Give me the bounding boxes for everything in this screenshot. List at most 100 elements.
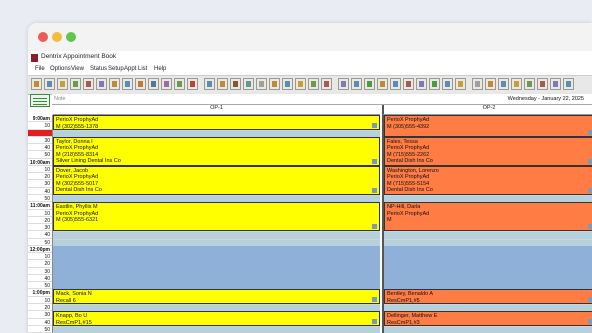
- toolbar-button-icon[interactable]: [44, 78, 55, 90]
- toolbar-button-icon[interactable]: [269, 78, 280, 90]
- dentrix-logo-icon: [31, 54, 38, 62]
- toolbar-button-icon[interactable]: [498, 78, 509, 90]
- toolbar-button-icon[interactable]: [550, 78, 561, 90]
- toolbar-button-icon[interactable]: [122, 78, 133, 90]
- toolbar-button-icon[interactable]: [511, 78, 522, 90]
- resize-handle-icon[interactable]: [372, 187, 377, 193]
- resize-handle-icon[interactable]: [372, 158, 377, 164]
- slot-divider: [53, 325, 380, 327]
- toolbar-button-icon[interactable]: [243, 78, 254, 90]
- toolbar-button-icon[interactable]: [70, 78, 81, 90]
- toolbar-button-icon[interactable]: [416, 78, 427, 90]
- operatory-header-op1: OP-1: [53, 105, 380, 115]
- slot-divider: [384, 231, 592, 233]
- toolbar-button-icon[interactable]: [403, 78, 414, 90]
- toolbar-button-icon[interactable]: [83, 78, 94, 90]
- close-window-button[interactable]: [38, 32, 48, 42]
- appointment-block[interactable]: PerioX ProphyAdM (302)555-1378Bison Dent…: [53, 115, 380, 130]
- toolbar-button-icon[interactable]: [187, 78, 198, 90]
- toolbar-button-icon[interactable]: [563, 78, 574, 90]
- toolbar-button-icon[interactable]: [472, 78, 483, 90]
- toolbar-button-icon[interactable]: [442, 78, 453, 90]
- appointment-block[interactable]: Bentley, Benaldo A ResCmP1,#5: [384, 289, 592, 304]
- toolbar-button-icon[interactable]: [364, 78, 375, 90]
- appointment-block[interactable]: Mack, Sonia N Recall 6: [53, 289, 380, 304]
- toolbar-button-icon[interactable]: [256, 78, 267, 90]
- time-slot-label: 10:00am: [28, 159, 52, 166]
- lunch-block: [384, 245, 592, 290]
- time-slot-label: 30: [28, 180, 52, 188]
- toolbar-button-icon[interactable]: [282, 78, 293, 90]
- resize-handle-icon[interactable]: [588, 318, 592, 324]
- time-slot-label: 10: [28, 166, 52, 174]
- appointment-block[interactable]: Knapp, Bo U ResCmP1,#15: [53, 311, 380, 326]
- menu-file[interactable]: File: [35, 66, 45, 72]
- resize-handle-icon[interactable]: [588, 158, 592, 164]
- op1-column[interactable]: PerioX ProphyAdM (302)555-1378Bison Dent…: [53, 115, 380, 333]
- note-field[interactable]: Note: [54, 96, 66, 102]
- resize-handle-icon[interactable]: [372, 318, 377, 324]
- appointment-line: ResCmP1,#5: [387, 297, 420, 304]
- time-slot-label: 20: [28, 173, 52, 181]
- minimize-window-button[interactable]: [52, 32, 62, 42]
- appointment-block[interactable]: Taylor, Donna I PerioX ProphyAd M (218)555…: [53, 136, 380, 166]
- toolbar-button-icon[interactable]: [390, 78, 401, 90]
- time-slot-label: 30: [28, 311, 52, 319]
- resize-handle-icon[interactable]: [588, 297, 592, 302]
- view-grid-icon[interactable]: [30, 94, 50, 107]
- menu-setup[interactable]: Setup: [108, 66, 124, 72]
- toolbar-button-icon[interactable]: [308, 78, 319, 90]
- appointment-line: Recall 6: [56, 297, 76, 304]
- resize-handle-icon[interactable]: [372, 122, 377, 128]
- appointment-block[interactable]: PerioX ProphyAd M (305)555-4392: [384, 115, 592, 137]
- toolbar-button-icon[interactable]: [135, 78, 146, 90]
- toolbar-button-icon[interactable]: [109, 78, 120, 90]
- appointment-line: M (305)555-6321: [56, 217, 99, 224]
- toolbar-button-icon[interactable]: [485, 78, 496, 90]
- menu-view[interactable]: View: [71, 66, 84, 72]
- toolbar-button-icon[interactable]: [96, 78, 107, 90]
- time-slot-label: 20: [28, 260, 52, 268]
- toolbar-button-icon[interactable]: [295, 78, 306, 90]
- resize-handle-icon[interactable]: [372, 224, 377, 230]
- menu-appt-list[interactable]: Appt List: [124, 66, 147, 72]
- resize-handle-icon[interactable]: [372, 297, 377, 302]
- slot-divider: [384, 238, 592, 240]
- appointment-block[interactable]: Dover, Jacob PerioX ProphyAd M (302)555-50…: [53, 165, 380, 195]
- toolbar-button-icon[interactable]: [321, 78, 332, 90]
- toolbar-button-icon[interactable]: [377, 78, 388, 90]
- toolbar-button-icon[interactable]: [338, 78, 349, 90]
- slot-divider: [53, 238, 380, 240]
- menu-status[interactable]: Status: [90, 66, 107, 72]
- toolbar-button-icon[interactable]: [174, 78, 185, 90]
- appointment-line: Silver Lining Dental Ins Co: [56, 158, 121, 165]
- toolbar-button-icon[interactable]: [429, 78, 440, 90]
- appointment-block[interactable]: Fales, Tessa PerioX ProphyAd M (715)555-22…: [384, 136, 592, 166]
- toolbar-button-icon[interactable]: [148, 78, 159, 90]
- menu-options[interactable]: Options: [50, 66, 71, 72]
- toolbar-button-icon[interactable]: [204, 78, 215, 90]
- toolbar-button-icon[interactable]: [524, 78, 535, 90]
- op2-column[interactable]: PerioX ProphyAd M (305)555-4392 Fales, Tes…: [382, 115, 592, 333]
- time-slot-label: 50: [28, 282, 52, 290]
- schedule-date: Wednesday - January 22, 2025: [507, 96, 584, 102]
- toolbar-button-icon[interactable]: [455, 78, 466, 90]
- toolbar-button-icon[interactable]: [217, 78, 228, 90]
- resize-handle-icon[interactable]: [588, 129, 592, 135]
- appointment-block[interactable]: Dellinger, Matthew E ResCmP1,#3: [384, 311, 592, 326]
- time-slot-label: 40: [28, 231, 52, 239]
- toolbar-button-icon[interactable]: [161, 78, 172, 90]
- toolbar-button-icon[interactable]: [351, 78, 362, 90]
- menu-help[interactable]: Help: [154, 66, 166, 72]
- resize-handle-icon[interactable]: [588, 187, 592, 193]
- toolbar-button-icon[interactable]: [57, 78, 68, 90]
- note-bar: Note Wednesday - January 22, 2025: [52, 94, 592, 105]
- toolbar-button-icon[interactable]: [230, 78, 241, 90]
- zoom-window-button[interactable]: [66, 32, 76, 42]
- toolbar-button-icon[interactable]: [31, 78, 42, 90]
- appointment-block[interactable]: NP-Hill, Darla PerioX ProphyAd M: [384, 202, 592, 232]
- toolbar-button-icon[interactable]: [537, 78, 548, 90]
- appointment-block[interactable]: Washington, Lorenzo PerioX ProphyAd M (715…: [384, 165, 592, 195]
- appointment-block[interactable]: Eastlin, Phyllis M PerioX ProphyAd M (305)…: [53, 202, 380, 232]
- resize-handle-icon[interactable]: [588, 224, 592, 230]
